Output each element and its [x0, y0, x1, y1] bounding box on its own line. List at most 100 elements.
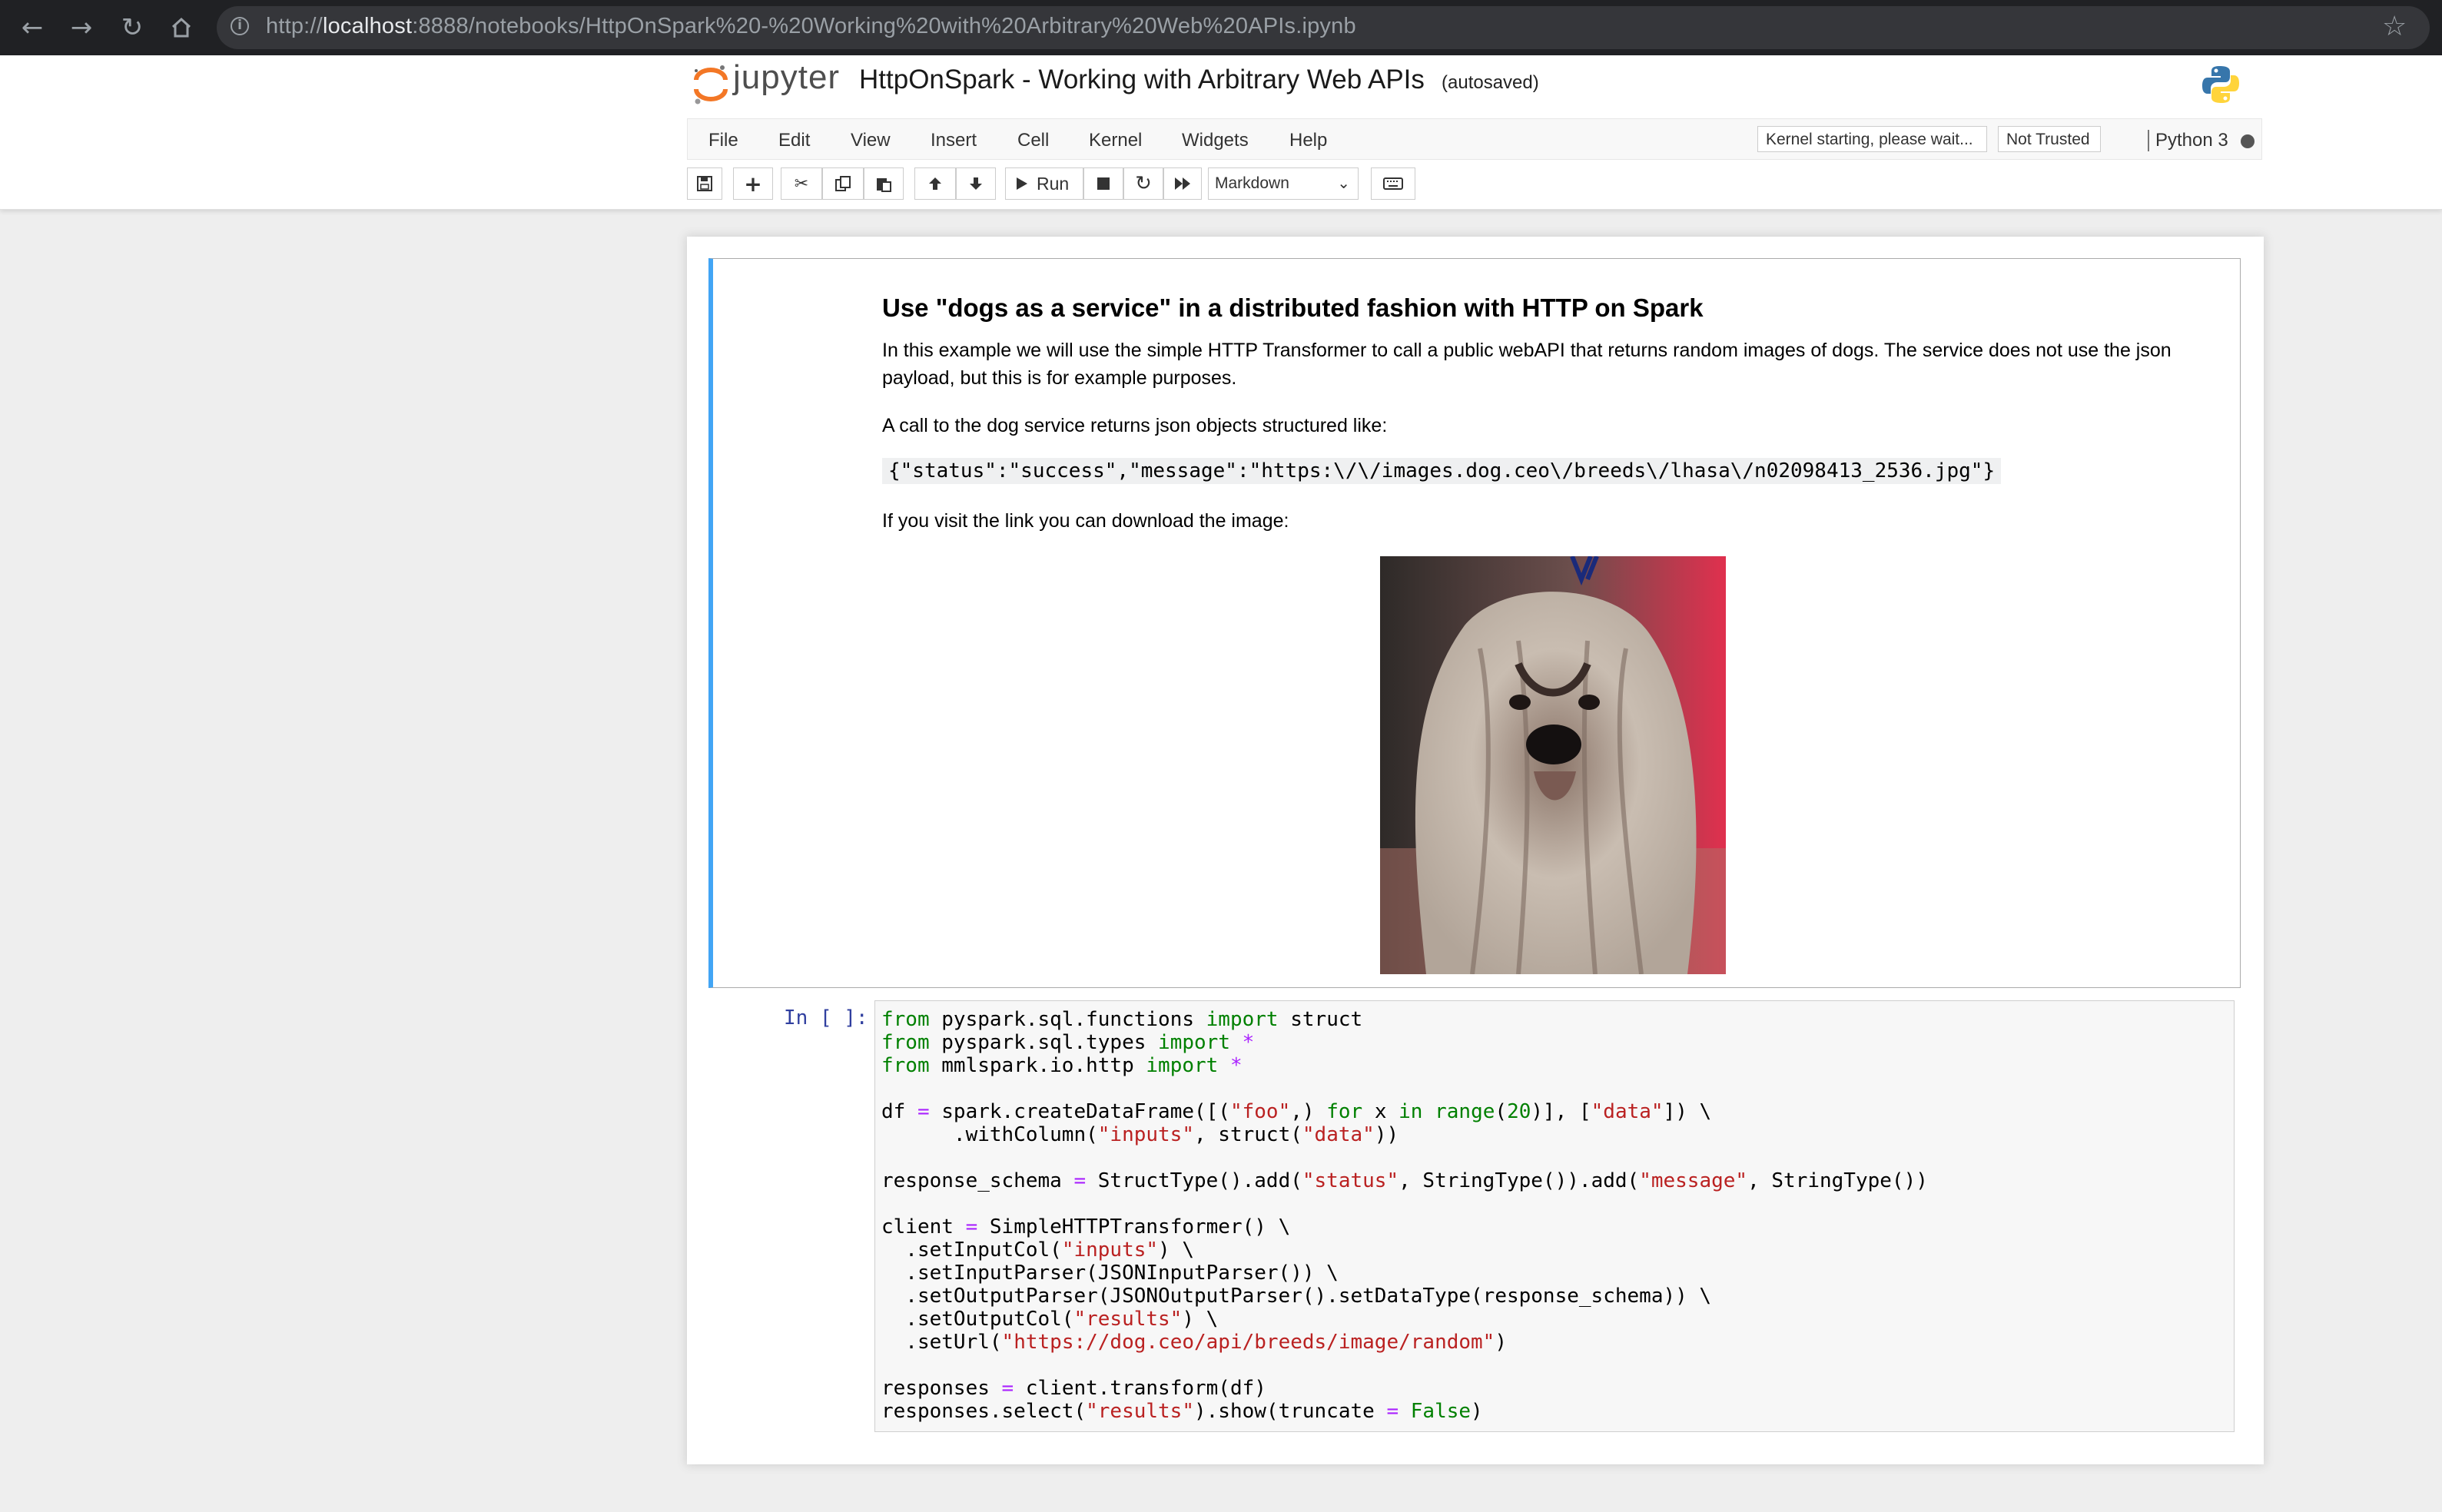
arrow-up-icon[interactable]	[914, 167, 956, 200]
cell-type-value: Markdown	[1215, 174, 1289, 192]
python-logo-icon	[2202, 66, 2239, 103]
info-icon[interactable]: i	[231, 17, 249, 35]
code-token: ]) \	[1663, 1100, 1712, 1123]
code-token: ).show(truncate	[1194, 1400, 1387, 1423]
restart-icon[interactable]: ↻	[1123, 167, 1163, 200]
keyboard-icon[interactable]	[1371, 167, 1415, 200]
code-line: .withColumn("inputs", struct("data"))	[881, 1123, 1928, 1146]
notebook-title[interactable]: HttpOnSpark - Working with Arbitrary Web…	[859, 65, 1425, 95]
code-token: range	[1435, 1100, 1495, 1123]
fast-forward-icon[interactable]	[1163, 167, 1202, 200]
code-token: False	[1410, 1400, 1472, 1423]
kernel-status-indicator[interactable]: Kernel starting, please wait...	[1757, 126, 1987, 152]
menu-edit[interactable]: Edit	[778, 130, 810, 151]
code-token: =	[917, 1100, 930, 1123]
markdown-paragraph: If you visit the link you can download t…	[882, 510, 1289, 532]
code-token: spark.createDataFrame([(	[929, 1100, 1230, 1123]
code-token: "results"	[1073, 1308, 1183, 1331]
code-token: import	[1206, 1008, 1279, 1031]
code-token: import	[1158, 1031, 1230, 1054]
cell-type-select[interactable]: Markdown ⌄	[1208, 167, 1359, 200]
menu-widgets[interactable]: Widgets	[1182, 130, 1249, 151]
code-token: client.transform(df)	[1014, 1377, 1266, 1400]
forward-arrow-icon[interactable]: →	[65, 11, 98, 45]
markdown-paragraph: A call to the dog service returns json o…	[882, 415, 1388, 436]
menu-file[interactable]: File	[708, 130, 738, 151]
cut-icon[interactable]: ✂	[781, 167, 822, 200]
reload-icon[interactable]: ↻	[115, 11, 149, 45]
code-token: x	[1362, 1100, 1399, 1123]
code-token: client	[881, 1215, 966, 1238]
menu-kernel[interactable]: Kernel	[1089, 130, 1142, 151]
code-line: from pyspark.sql.types import *	[881, 1031, 1928, 1054]
code-token: from	[881, 1054, 930, 1077]
code-token: responses	[881, 1377, 1002, 1400]
jupyter-logo-text[interactable]: jupyter	[733, 58, 840, 97]
json-example-code: {"status":"success","message":"https:\/\…	[882, 458, 2002, 484]
code-token: .setInputParser(JSONInputParser()) \	[881, 1262, 1339, 1285]
input-prompt: In [ ]:	[784, 1006, 868, 1030]
code-token: , StringType())	[1747, 1169, 1928, 1192]
code-token: ) \	[1158, 1238, 1195, 1262]
code-token: from	[881, 1031, 930, 1054]
code-token: "foo"	[1229, 1100, 1291, 1123]
code-token: "https://dog.ceo/api/breeds/image/random…	[1001, 1331, 1495, 1354]
star-icon[interactable]: ☆	[2382, 11, 2407, 42]
code-token: "status"	[1302, 1169, 1399, 1192]
copy-icon[interactable]	[822, 167, 864, 200]
code-line: .setInputParser(JSONInputParser()) \	[881, 1262, 1928, 1285]
run-button[interactable]: Run	[1005, 167, 1083, 200]
code-token: )], [	[1531, 1100, 1591, 1123]
menu-view[interactable]: View	[851, 130, 891, 151]
kernel-name: Python 3	[2148, 130, 2228, 151]
menu-cell[interactable]: Cell	[1017, 130, 1049, 151]
code-token: )	[1495, 1331, 1507, 1354]
home-icon[interactable]	[164, 11, 198, 45]
code-token: (	[1495, 1100, 1508, 1123]
save-icon[interactable]	[687, 167, 722, 200]
plus-icon[interactable]: +	[733, 167, 773, 200]
play-icon	[1017, 177, 1027, 190]
code-token: responses.select(	[881, 1400, 1087, 1423]
markdown-paragraph: In this example we will use the simple H…	[882, 340, 2172, 389]
code-token: pyspark.sql.functions	[929, 1008, 1206, 1031]
menu-insert[interactable]: Insert	[931, 130, 977, 151]
stop-icon[interactable]	[1083, 167, 1123, 200]
url-text[interactable]: http://localhost:8888/notebooks/HttpOnSp…	[266, 14, 1356, 39]
back-arrow-icon[interactable]: ←	[15, 11, 49, 45]
code-token: struct	[1278, 1008, 1363, 1031]
code-token: for	[1326, 1100, 1363, 1123]
code-token: =	[965, 1215, 978, 1238]
code-token: *	[1242, 1031, 1255, 1054]
code-token: "data"	[1302, 1123, 1375, 1146]
chevron-down-icon: ⌄	[1337, 175, 1350, 192]
code-line: .setUrl("https://dog.ceo/api/breeds/imag…	[881, 1331, 1928, 1354]
code-token: "results"	[1086, 1400, 1194, 1423]
code-token: from	[881, 1008, 930, 1031]
code-token: import	[1146, 1054, 1219, 1077]
code-line: responses.select("results").show(truncat…	[881, 1400, 1928, 1423]
code-cell-source[interactable]: from pyspark.sql.functions import struct…	[881, 1008, 1928, 1423]
trust-status-indicator[interactable]: Not Trusted	[1998, 126, 2101, 152]
code-line: from mmlspark.io.http import *	[881, 1054, 1928, 1077]
code-token: 20	[1507, 1100, 1531, 1123]
code-token: StructType().add(	[1086, 1169, 1302, 1192]
paste-icon[interactable]	[864, 167, 904, 200]
jupyter-logo-icon[interactable]	[692, 63, 730, 106]
code-line: .setOutputParser(JSONOutputParser().setD…	[881, 1285, 1928, 1308]
code-line: df = spark.createDataFrame([("foo",) for…	[881, 1100, 1928, 1123]
code-token: SimpleHTTPTransformer() \	[977, 1215, 1291, 1238]
code-token: )	[1471, 1400, 1483, 1423]
code-token: .setOutputParser(JSONOutputParser().setD…	[881, 1285, 1712, 1308]
arrow-down-icon[interactable]	[956, 167, 996, 200]
code-token: .withColumn(	[881, 1123, 1098, 1146]
code-line: from pyspark.sql.functions import struct	[881, 1008, 1928, 1031]
code-token: .setOutputCol(	[881, 1308, 1074, 1331]
code-token: , struct(	[1194, 1123, 1302, 1146]
menu-help[interactable]: Help	[1289, 130, 1327, 151]
